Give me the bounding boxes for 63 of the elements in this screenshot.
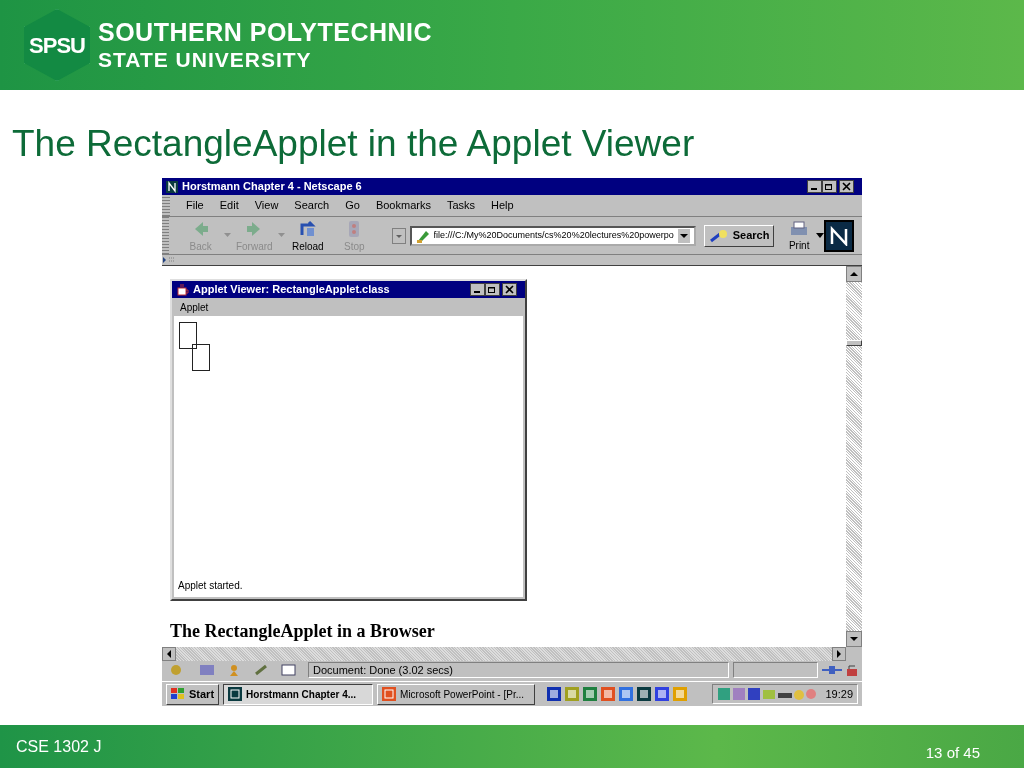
window-title: Horstmann Chapter 4 - Netscape 6 bbox=[182, 179, 362, 195]
menu-item[interactable]: Search bbox=[286, 197, 338, 214]
lock-icon bbox=[846, 664, 858, 676]
taskbar-button[interactable]: Microsoft PowerPoint - [Pr... bbox=[377, 683, 536, 705]
print-button[interactable]: Print bbox=[782, 220, 816, 251]
minimize-icon[interactable] bbox=[470, 283, 485, 296]
url-field[interactable]: file:///C:/My%20Documents/cs%20%20lectures%20powerpo bbox=[409, 225, 696, 246]
course-label: CSE 1302 J bbox=[16, 736, 102, 757]
slide-title: The RectangleApplet in the Applet Viewer bbox=[12, 125, 696, 162]
java-cup-icon bbox=[176, 283, 189, 296]
university-name: SOUTHERN POLYTECHNIC bbox=[98, 20, 433, 45]
netscape-icon bbox=[166, 180, 178, 193]
app-icon[interactable] bbox=[547, 687, 562, 701]
close-icon[interactable] bbox=[839, 180, 854, 193]
dropdown-icon[interactable] bbox=[677, 228, 690, 243]
horizontal-scrollbar[interactable] bbox=[162, 647, 846, 661]
app-icon[interactable] bbox=[655, 687, 670, 701]
windows-flag-icon bbox=[171, 688, 185, 700]
restore-icon[interactable] bbox=[485, 283, 500, 296]
menu-item[interactable]: Tasks bbox=[438, 197, 484, 214]
netscape-logo[interactable] bbox=[823, 219, 854, 252]
menu-item[interactable]: Help bbox=[483, 197, 522, 214]
toolbar-grip[interactable] bbox=[162, 195, 170, 216]
search-button[interactable]: Search bbox=[703, 224, 775, 247]
scroll-up-icon[interactable] bbox=[846, 266, 862, 282]
restore-icon[interactable] bbox=[822, 180, 837, 193]
page-heading: The RectangleApplet in a Browser bbox=[170, 620, 436, 643]
menu-item[interactable]: Applet bbox=[180, 299, 209, 315]
search-icon bbox=[708, 228, 729, 243]
toolbar-grip[interactable] bbox=[162, 217, 170, 254]
vertical-scrollbar[interactable] bbox=[846, 266, 862, 647]
netscape-icon bbox=[228, 687, 243, 701]
scroll-left-icon[interactable] bbox=[162, 647, 176, 661]
logo-mark: SPSU bbox=[24, 9, 90, 81]
menu-item[interactable]: Go bbox=[337, 197, 368, 214]
scroll-down-icon[interactable] bbox=[846, 631, 862, 647]
scroll-right-icon[interactable] bbox=[832, 647, 846, 661]
menu-item[interactable]: File bbox=[178, 197, 212, 214]
history-dropdown-icon[interactable] bbox=[391, 227, 406, 244]
university-name: STATE UNIVERSITY bbox=[98, 49, 313, 70]
status-text: Document: Done (3.02 secs) bbox=[313, 662, 453, 678]
minimize-icon[interactable] bbox=[807, 180, 822, 193]
taskbar-button[interactable]: Horstmann Chapter 4... bbox=[223, 683, 374, 705]
page-number: 13 of 45 bbox=[925, 743, 980, 764]
status-text: Applet started. bbox=[177, 579, 244, 593]
scroll-thumb[interactable] bbox=[846, 340, 862, 346]
page-icon bbox=[415, 228, 430, 243]
clock: 19:29 bbox=[825, 686, 853, 702]
presentation-icon bbox=[382, 687, 397, 701]
app-icon[interactable] bbox=[637, 687, 652, 701]
netscape-n-icon bbox=[828, 225, 849, 246]
close-icon[interactable] bbox=[502, 283, 517, 296]
toolbar-button[interactable]: Reload bbox=[284, 219, 332, 252]
tray-icons-drawing[interactable] bbox=[717, 687, 818, 701]
menu-item[interactable]: View bbox=[246, 197, 287, 214]
window-title: Applet Viewer: RectangleApplet.class bbox=[193, 282, 390, 298]
connection-icon bbox=[822, 664, 842, 676]
menu-item[interactable]: Bookmarks bbox=[367, 197, 439, 214]
start-button[interactable]: Start bbox=[166, 683, 220, 705]
expand-icon[interactable] bbox=[162, 256, 176, 264]
caret-icon[interactable] bbox=[815, 233, 824, 238]
menu-item[interactable]: Edit bbox=[211, 197, 247, 214]
printer-icon bbox=[789, 220, 810, 237]
